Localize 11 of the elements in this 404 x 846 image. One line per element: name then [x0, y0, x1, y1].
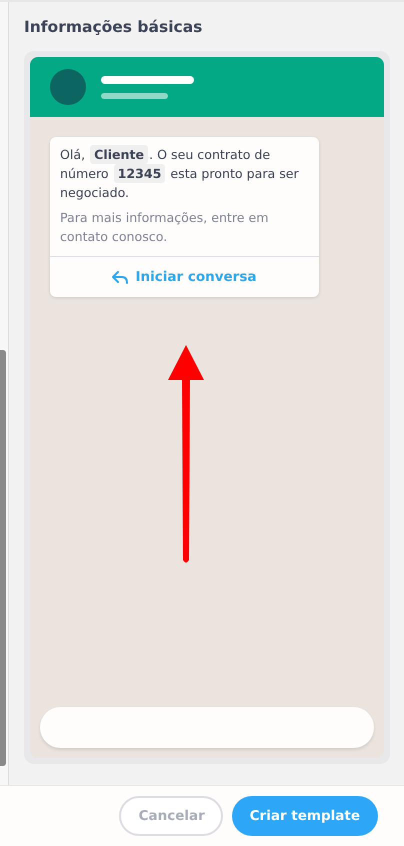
- scrollbar[interactable]: [0, 2, 9, 785]
- start-conversation-button[interactable]: Iniciar conversa: [50, 257, 319, 297]
- message-text: Olá, Cliente . O seu contrato de número 12345 esta pronto para ser negociado.: [60, 145, 300, 202]
- status-placeholder-bar: [101, 92, 168, 98]
- avatar-circle: [50, 69, 86, 105]
- create-template-button[interactable]: Criar template: [232, 796, 378, 836]
- message-footer: Para mais informações, entre em contato conosco.: [60, 208, 309, 246]
- scrollbar-thumb[interactable]: [0, 350, 6, 766]
- section-title: Informações básicas: [24, 18, 204, 36]
- cancel-button[interactable]: Cancelar: [118, 796, 223, 836]
- reply-arrow-icon: [112, 270, 128, 284]
